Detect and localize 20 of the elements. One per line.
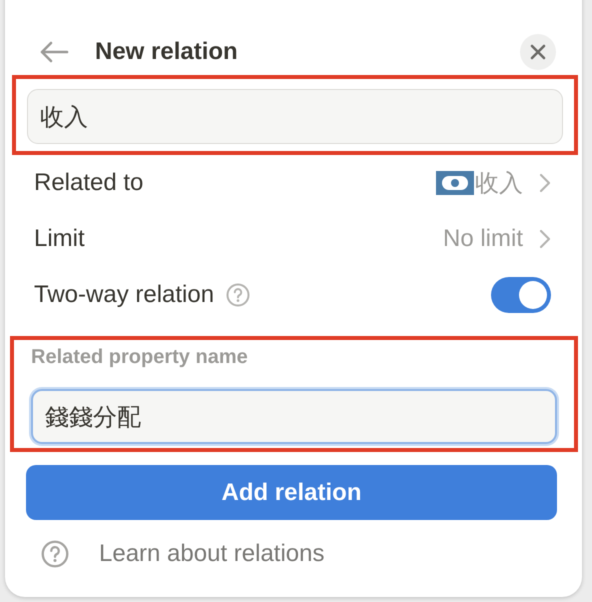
chevron-right-icon bbox=[539, 229, 551, 249]
toggle-switch[interactable] bbox=[491, 277, 551, 313]
property-name-field[interactable]: 錢錢分配 bbox=[31, 389, 557, 444]
setting-label: Two-way relation bbox=[34, 281, 214, 309]
name-field[interactable]: 收入 bbox=[27, 89, 563, 144]
setting-label: Limit bbox=[34, 225, 85, 253]
banknote-icon bbox=[436, 171, 474, 195]
setting-value[interactable]: 收入 bbox=[475, 167, 523, 199]
help-icon[interactable] bbox=[226, 283, 250, 307]
close-button[interactable] bbox=[520, 34, 556, 70]
panel-title: New relation bbox=[95, 38, 239, 66]
chevron-right-icon bbox=[539, 173, 551, 193]
setting-value[interactable]: No limit bbox=[442, 225, 523, 253]
add-relation-button[interactable]: Add relation bbox=[26, 465, 557, 520]
setting-label: Related to bbox=[34, 169, 144, 197]
back-arrow-icon[interactable] bbox=[39, 41, 69, 63]
field-label: Related property name bbox=[31, 346, 249, 369]
close-icon bbox=[530, 44, 546, 60]
learn-link[interactable]: Learn about relations bbox=[99, 540, 324, 568]
help-icon bbox=[41, 540, 69, 568]
